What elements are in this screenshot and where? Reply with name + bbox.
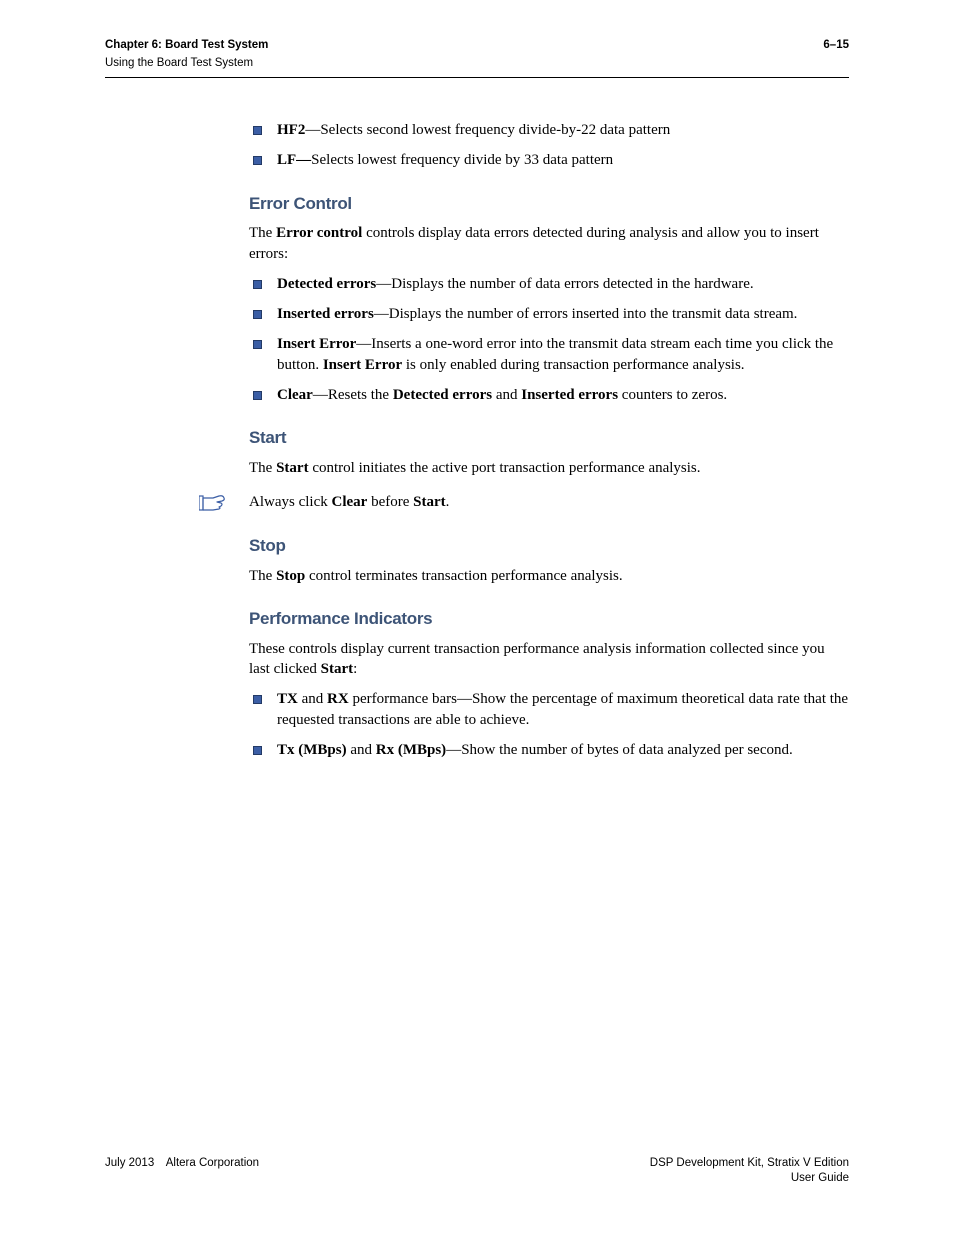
list-item: TX and RX performance bars—Show the perc…: [249, 689, 849, 730]
section-heading-start: Start: [249, 427, 849, 450]
note-row: Always click Clear before Start.: [199, 492, 849, 512]
chapter-title: Chapter 6: Board Test System: [105, 38, 268, 54]
paragraph: The Stop control terminates transaction …: [249, 566, 849, 586]
text: Selects lowest frequency divide by 33 da…: [311, 152, 613, 168]
page-number: 6–15: [823, 38, 849, 54]
chapter-subtitle: Using the Board Test System: [105, 56, 268, 72]
body-content: HF2—Selects second lowest frequency divi…: [249, 120, 849, 760]
term: LF—: [277, 152, 311, 168]
page-footer: July 2013 Altera Corporation DSP Develop…: [105, 1156, 849, 1187]
section-heading-performance: Performance Indicators: [249, 608, 849, 631]
paragraph: The Start control initiates the active p…: [249, 458, 849, 478]
text: —Selects second lowest frequency divide-…: [305, 122, 670, 138]
intro-list: HF2—Selects second lowest frequency divi…: [249, 120, 849, 171]
page-header: Chapter 6: Board Test System Using the B…: [105, 38, 849, 78]
list-item: Clear—Resets the Detected errors and Ins…: [249, 385, 849, 405]
footer-left: July 2013 Altera Corporation: [105, 1156, 259, 1172]
paragraph: These controls display current transacti…: [249, 639, 849, 680]
error-control-list: Detected errors—Displays the number of d…: [249, 274, 849, 405]
section-heading-error-control: Error Control: [249, 193, 849, 216]
list-item: Detected errors—Displays the number of d…: [249, 274, 849, 294]
list-item: HF2—Selects second lowest frequency divi…: [249, 120, 849, 140]
list-item: Inserted errors—Displays the number of e…: [249, 304, 849, 324]
term: HF2: [277, 122, 305, 138]
pointing-hand-icon: [199, 494, 233, 512]
list-item: Insert Error—Inserts a one-word error in…: [249, 334, 849, 375]
performance-list: TX and RX performance bars—Show the perc…: [249, 689, 849, 760]
list-item: Tx (MBps) and Rx (MBps)—Show the number …: [249, 740, 849, 760]
footer-right: DSP Development Kit, Stratix V Edition U…: [650, 1156, 849, 1187]
list-item: LF—Selects lowest frequency divide by 33…: [249, 150, 849, 170]
paragraph: The Error control controls display data …: [249, 223, 849, 264]
section-heading-stop: Stop: [249, 535, 849, 558]
